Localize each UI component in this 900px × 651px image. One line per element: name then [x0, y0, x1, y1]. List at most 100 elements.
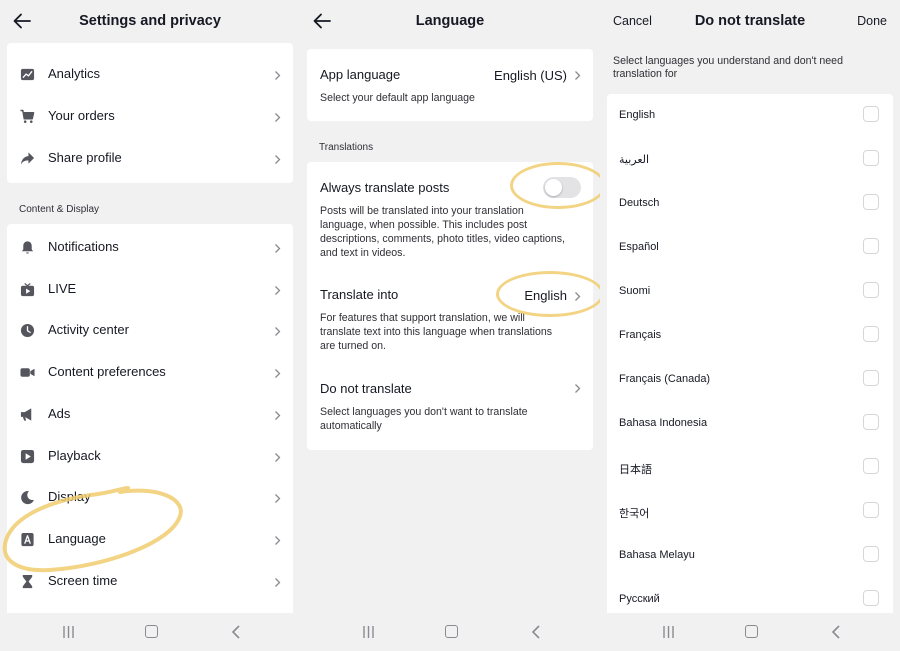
language-checkbox[interactable] — [863, 590, 879, 606]
chevron-right-icon — [275, 113, 281, 122]
do-not-translate-description: Select languages you don't want to trans… — [320, 406, 528, 432]
do-not-translate-label: Do not translate — [320, 381, 412, 396]
settings-item-label: Your orders — [48, 108, 115, 123]
settings-item-share-profile[interactable]: Share profile — [7, 138, 293, 180]
settings-item-live[interactable]: LIVE — [7, 269, 293, 311]
recent-apps-icon[interactable] — [662, 626, 675, 638]
system-nav-bar — [0, 613, 300, 651]
language-checkbox[interactable] — [863, 370, 879, 386]
settings-item-ads[interactable]: Ads — [7, 394, 293, 436]
settings-item-your-orders[interactable]: Your orders — [7, 96, 293, 138]
language-option-francais-canada[interactable]: Français (Canada) — [607, 358, 893, 402]
language-header: Language — [300, 0, 600, 42]
settings-item-analytics[interactable]: Analytics — [7, 54, 293, 96]
do-not-translate-header: Cancel Do not translate Done — [600, 0, 900, 42]
language-checkbox[interactable] — [863, 458, 879, 474]
settings-card-account: Analytics Your orders Share profile — [7, 43, 293, 183]
language-option-francais[interactable]: Français — [607, 314, 893, 358]
language-option-label: Suomi — [619, 285, 651, 297]
language-option-japanese[interactable]: 日本語 — [607, 446, 893, 490]
back-nav-icon[interactable] — [831, 625, 841, 639]
language-checkbox[interactable] — [863, 326, 879, 342]
language-checkbox[interactable] — [863, 282, 879, 298]
language-option-korean[interactable]: 한국어 — [607, 490, 893, 534]
hourglass-icon — [22, 574, 33, 589]
language-option-deutsch[interactable]: Deutsch — [607, 182, 893, 226]
settings-item-display[interactable]: Display — [7, 477, 293, 519]
translate-into-row[interactable]: Translate into English For features that… — [307, 270, 593, 352]
language-icon — [21, 532, 34, 547]
language-option-espanol[interactable]: Español — [607, 226, 893, 270]
language-option-label: Français — [619, 329, 662, 341]
language-option-bahasa-melayu[interactable]: Bahasa Melayu — [607, 534, 893, 578]
settings-item-label: Share profile — [48, 150, 122, 165]
chevron-right-icon — [575, 384, 581, 393]
language-list: English العربية Deutsch Español Suomi Fr… — [607, 94, 893, 613]
settings-item-language[interactable]: Language — [7, 519, 293, 561]
recent-apps-icon[interactable] — [362, 626, 375, 638]
chevron-right-icon — [275, 578, 281, 587]
section-label-content-display: Content & Display — [19, 204, 100, 215]
settings-item-playback[interactable]: Playback — [7, 436, 293, 478]
language-option-bahasa-indonesia[interactable]: Bahasa Indonesia — [607, 402, 893, 446]
section-label-translations: Translations — [319, 142, 374, 153]
bell-icon — [21, 241, 34, 254]
language-checkbox[interactable] — [863, 414, 879, 430]
chevron-right-icon — [275, 155, 281, 164]
settings-item-screen-time[interactable]: Screen time — [7, 561, 293, 603]
language-option-english[interactable]: English — [607, 94, 893, 138]
settings-item-label: Language — [48, 531, 106, 546]
language-option-label: Deutsch — [619, 197, 660, 209]
chevron-right-icon — [275, 71, 281, 80]
settings-item-label: Notifications — [48, 239, 119, 254]
language-option-suomi[interactable]: Suomi — [607, 270, 893, 314]
page-title: Settings and privacy — [79, 13, 221, 29]
settings-item-label: Activity center — [48, 322, 129, 337]
translate-into-description: For features that support translation, w… — [320, 312, 553, 352]
language-option-label: Bahasa Melayu — [619, 549, 695, 561]
back-nav-icon[interactable] — [231, 625, 241, 639]
language-checkbox[interactable] — [863, 502, 879, 518]
language-checkbox[interactable] — [863, 106, 879, 122]
do-not-translate-row[interactable]: Do not translate Select languages you do… — [307, 366, 593, 442]
chevron-right-icon — [275, 369, 281, 378]
settings-item-content-preferences[interactable]: Content preferences — [7, 352, 293, 394]
language-checkbox[interactable] — [863, 150, 879, 166]
always-translate-row: Always translate posts Posts will be tra… — [307, 162, 593, 267]
cart-icon — [20, 109, 35, 123]
do-not-translate-panel: Cancel Do not translate Done Select lang… — [600, 0, 900, 651]
language-option-arabic[interactable]: العربية — [607, 138, 893, 182]
language-checkbox[interactable] — [863, 546, 879, 562]
chevron-right-icon — [275, 494, 281, 503]
back-nav-icon[interactable] — [531, 625, 541, 639]
language-option-label: Français (Canada) — [619, 373, 711, 385]
home-icon[interactable] — [445, 625, 458, 638]
translations-card: Always translate posts Posts will be tra… — [307, 162, 593, 450]
done-button[interactable]: Done — [857, 14, 887, 28]
settings-item-activity-center[interactable]: Activity center — [7, 310, 293, 352]
settings-card-content: Notifications LIVE Activity center Conte… — [7, 224, 293, 613]
language-option-label: 한국어 — [619, 508, 650, 520]
home-icon[interactable] — [145, 625, 158, 638]
video-camera-icon — [20, 368, 35, 377]
language-checkbox[interactable] — [863, 194, 879, 210]
play-icon — [20, 449, 35, 464]
language-option-label: 日本語 — [619, 464, 652, 476]
settings-item-label: Display — [48, 489, 91, 504]
app-language-description: Select your default app language — [320, 92, 475, 104]
moon-icon — [21, 491, 34, 505]
language-option-label: English — [619, 109, 656, 121]
translate-into-label: Translate into — [320, 287, 399, 302]
home-icon[interactable] — [745, 625, 758, 638]
instruction-text: Select languages you understand and don'… — [613, 55, 843, 80]
language-option-label: Bahasa Indonesia — [619, 417, 708, 429]
app-language-label: App language — [320, 67, 401, 82]
settings-item-notifications[interactable]: Notifications — [7, 227, 293, 269]
chevron-right-icon — [275, 286, 281, 295]
app-language-card[interactable]: App language English (US) Select your de… — [307, 49, 593, 121]
chevron-right-icon — [275, 411, 281, 420]
recent-apps-icon[interactable] — [62, 626, 75, 638]
always-translate-toggle[interactable] — [543, 177, 581, 198]
toggle-knob — [545, 179, 562, 196]
language-checkbox[interactable] — [863, 238, 879, 254]
